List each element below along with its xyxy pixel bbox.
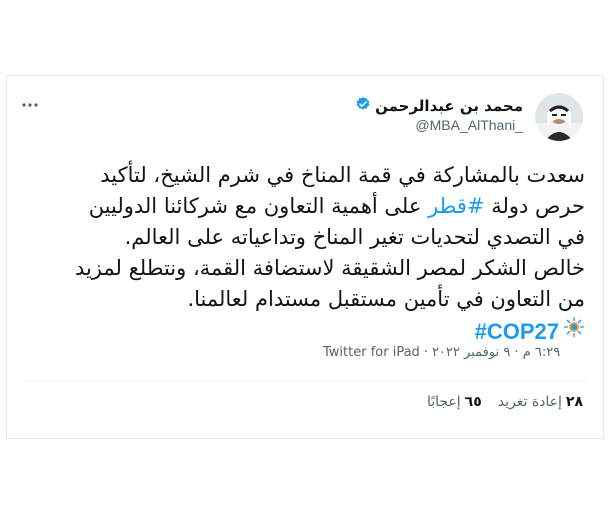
tweet-text-fragment: حرص دولة (484, 194, 585, 218)
tweet-line: سعدت بالمشاركة في قمة المناخ في شرم الشي… (100, 163, 585, 187)
verified-badge-icon (355, 96, 371, 116)
avatar[interactable] (535, 93, 583, 141)
tweet-line: حرص دولة #قطر على أهمية التعاون مع شركائ… (25, 191, 585, 222)
more-options-icon[interactable] (21, 96, 39, 110)
tweet-datetime[interactable]: ٦:٢٩ م · ٩ نوفمبر ٢٠٢٢ (432, 345, 560, 360)
divider (23, 380, 587, 381)
cop27-logo-icon (563, 316, 585, 347)
user-name[interactable]: محمد بن عبدالرحمن (375, 97, 523, 115)
hashtag-qatar-link[interactable]: #قطر (428, 194, 484, 218)
retweets-label: إعادة تغريد (497, 394, 562, 410)
retweets-count: ٢٨ (565, 394, 583, 410)
meta-separator: · (423, 345, 428, 360)
tweet-text-fragment: على أهمية التعاون مع شركائنا الدوليين (88, 194, 429, 218)
user-handle[interactable]: @MBA_AlThani_ (415, 117, 523, 133)
user-name-row: محمد بن عبدالرحمن (355, 96, 523, 116)
tweet-stats: ٢٨إعادة تغريد ٦٥إعجابًا (427, 394, 583, 410)
hashtag-cop27-link[interactable]: #COP27 (475, 316, 559, 347)
tweet-line: خالص الشكر لمصر الشقيقة لاستضافة القمة، … (74, 256, 585, 280)
likes-stat[interactable]: ٦٥إعجابًا (427, 394, 482, 410)
tweet-meta: Twitter for iPad · ٦:٢٩ م · ٩ نوفمبر ٢٠٢… (323, 345, 560, 360)
tweet-line: في التصدي لتحديات تغير المناخ وتداعياته … (124, 225, 585, 249)
likes-label: إعجابًا (426, 394, 461, 410)
hashtag-line: #COP27 (25, 316, 585, 347)
retweets-stat[interactable]: ٢٨إعادة تغريد (498, 394, 583, 410)
likes-count: ٦٥ (464, 394, 482, 410)
tweet-source[interactable]: Twitter for iPad (323, 345, 420, 360)
tweet-text: سعدت بالمشاركة في قمة المناخ في شرم الشي… (25, 160, 585, 347)
tweet-line: من التعاون في تأمين مستقبل مستدام لعالمن… (187, 287, 585, 311)
tweet-card: محمد بن عبدالرحمن @MBA_AlThani_ سعدت بال… (6, 75, 604, 439)
